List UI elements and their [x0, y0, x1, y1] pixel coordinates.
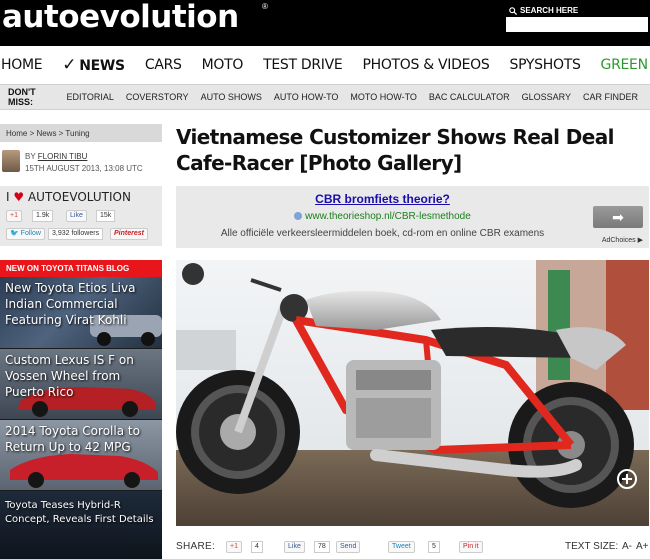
nav-photos-videos[interactable]: PHOTOS & VIDEOS: [362, 57, 489, 73]
author-avatar[interactable]: [2, 150, 20, 172]
search-input[interactable]: [506, 17, 648, 32]
author-name[interactable]: FLORIN TIBU: [38, 152, 88, 161]
blog-item[interactable]: 2014 Toyota Corolla to Return Up to 42 M…: [0, 420, 162, 490]
like-count: 15k: [96, 210, 116, 222]
author-byline: BY FLORIN TIBU: [25, 152, 87, 161]
ad-description: Alle officiële verkeersleermiddelen boek…: [220, 228, 545, 239]
blog-item[interactable]: New Toyota Etios Liva Indian Commercial …: [0, 277, 162, 348]
nav-cars[interactable]: CARS: [145, 57, 182, 73]
subnav-editorial[interactable]: EDITORIAL: [67, 92, 114, 102]
check-icon: ✓: [62, 55, 77, 75]
gplus-button[interactable]: +1: [6, 210, 22, 222]
subnav-auto-how-to[interactable]: AUTO HOW-TO: [274, 92, 339, 102]
share-like-count: 78: [314, 541, 330, 553]
article-photo[interactable]: [176, 260, 649, 526]
nav-test-drive[interactable]: TEST DRIVE: [263, 57, 343, 73]
text-size-increase[interactable]: A+: [636, 541, 649, 552]
followers-count: 3,932 followers: [48, 228, 104, 240]
follow-button[interactable]: 🐦 Follow: [6, 228, 45, 240]
text-size-label: TEXT SIZE:: [565, 541, 619, 552]
follow-label: Follow: [20, 230, 41, 237]
subnav-car-finder[interactable]: CAR FINDER: [583, 92, 638, 102]
share-tweet-button[interactable]: Tweet: [388, 541, 415, 553]
nav-green[interactable]: GREEN: [601, 57, 649, 73]
registered-mark: ®: [262, 2, 268, 11]
search-icon: [509, 6, 517, 15]
share-pin-button[interactable]: Pin it: [459, 541, 483, 553]
like-button[interactable]: Like: [66, 210, 87, 222]
share-gplus-count: 4: [251, 541, 263, 553]
blog-item[interactable]: Toyota Teases Hybrid-R Concept, Reveals …: [0, 491, 162, 559]
dont-miss-label: DON'T MISS:: [8, 87, 36, 107]
blog-item-title: Custom Lexus IS F on Vossen Wheel from P…: [5, 353, 134, 399]
share-bar: SHARE: +1 4 Like 78 Send Tweet 5 Pin it …: [176, 538, 649, 556]
love-prefix: I: [6, 190, 10, 204]
subnav-glossary[interactable]: GLOSSARY: [522, 92, 571, 102]
text-size-decrease[interactable]: A-: [622, 541, 632, 552]
site-header: autoevolution ® SEARCH HERE: [0, 0, 650, 46]
main-nav: HOME ✓ NEWS CARS MOTO TEST DRIVE PHOTOS &…: [0, 46, 650, 84]
pinterest-button[interactable]: Pinterest: [110, 228, 148, 240]
gplus-count: 1.9k: [32, 210, 54, 222]
ad-url[interactable]: www.theorieshop.nl/CBR-lesmethode: [176, 211, 589, 222]
subnav-bac-calculator[interactable]: BAC CALCULATOR: [429, 92, 510, 102]
love-brand: AUTOEVOLUTION: [27, 190, 131, 204]
nav-news-label: NEWS: [79, 58, 125, 74]
article-title: Vietnamese Customizer Shows Real Deal Ca…: [176, 125, 614, 175]
author-info: BY FLORIN TIBU 15TH AUGUST 2013, 13:08 U…: [0, 148, 162, 178]
twitter-icon: 🐦: [10, 230, 19, 237]
nav-spyshots[interactable]: SPYSHOTS: [509, 57, 580, 73]
share-label: SHARE:: [176, 541, 216, 552]
share-tweet-count: 5: [428, 541, 440, 553]
motorcycle-image: [176, 260, 649, 526]
breadcrumb[interactable]: Home > News > Tuning: [0, 124, 162, 142]
nav-moto[interactable]: MOTO: [202, 57, 244, 73]
ad-banner: CBR bromfiets theorie? www.theorieshop.n…: [176, 186, 649, 248]
adchoices-link[interactable]: AdChoices ▶: [602, 236, 643, 244]
ad-arrow-button[interactable]: ➡: [593, 206, 643, 228]
blog-item[interactable]: Custom Lexus IS F on Vossen Wheel from P…: [0, 349, 162, 419]
subnav-moto-how-to[interactable]: MOTO HOW-TO: [350, 92, 417, 102]
heart-icon: ♥: [13, 190, 25, 204]
subnav-auto-shows[interactable]: AUTO SHOWS: [201, 92, 262, 102]
social-box: I ♥ AUTOEVOLUTION +1 1.9k Like 15k 🐦 Fol…: [0, 186, 162, 246]
ad-url-text: www.theorieshop.nl/CBR-lesmethode: [305, 211, 471, 222]
zoom-icon[interactable]: [616, 468, 638, 490]
site-logo[interactable]: autoevolution: [2, 0, 239, 34]
sub-nav: DON'T MISS: EDITORIAL COVERSTORY AUTO SH…: [0, 84, 650, 110]
ad-title[interactable]: CBR bromfiets theorie?: [176, 192, 589, 206]
subnav-coverstory[interactable]: COVERSTORY: [126, 92, 189, 102]
blog-item-title: 2014 Toyota Corolla to Return Up to 42 M…: [5, 424, 140, 454]
blog-header[interactable]: NEW ON TOYOTA TITANS BLOG: [0, 260, 162, 277]
blog-item-title: New Toyota Etios Liva Indian Commercial …: [5, 281, 136, 327]
toyota-blog-box: NEW ON TOYOTA TITANS BLOG New Toyota Eti…: [0, 260, 162, 559]
nav-news[interactable]: ✓ NEWS: [62, 55, 125, 75]
share-gplus-button[interactable]: +1: [226, 541, 242, 553]
search-label: SEARCH HERE: [509, 6, 578, 15]
share-send-button[interactable]: Send: [336, 541, 361, 553]
share-like-button[interactable]: Like: [284, 541, 305, 553]
search-label-text: SEARCH HERE: [520, 6, 579, 15]
publish-date: 15TH AUGUST 2013, 13:08 UTC: [25, 164, 143, 173]
blog-item-title: Toyota Teases Hybrid-R Concept, Reveals …: [5, 500, 154, 525]
nav-home[interactable]: HOME: [1, 57, 43, 73]
love-heading: I ♥ AUTOEVOLUTION: [6, 190, 131, 204]
globe-icon: [294, 212, 303, 221]
by-label: BY: [25, 152, 36, 161]
